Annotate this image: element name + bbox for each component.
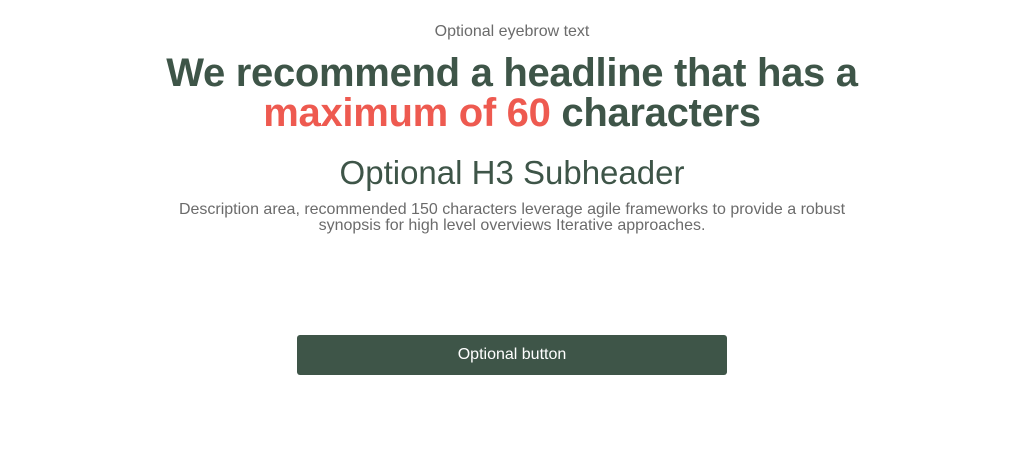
headline-text-end: characters [550, 91, 761, 135]
headline-text-start: We recommend a headline that has a [166, 51, 858, 95]
headline-highlight: maximum of 60 [263, 91, 551, 135]
description-text: Description area, recommended 150 charac… [178, 201, 846, 234]
hero-section: Optional eyebrow text We recommend a hea… [0, 0, 1024, 453]
subheader: Optional H3 Subheader [339, 154, 685, 191]
headline: We recommend a headline that has a maxim… [120, 53, 904, 133]
optional-button[interactable]: Optional button [297, 335, 727, 375]
eyebrow-text: Optional eyebrow text [434, 23, 590, 40]
